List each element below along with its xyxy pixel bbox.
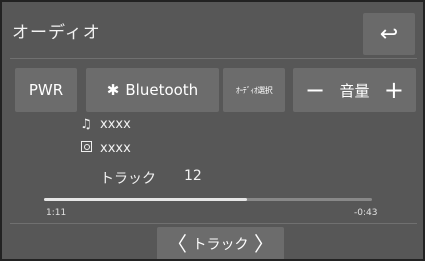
progress-fill: [44, 198, 248, 201]
volume-control: − 音量 +: [293, 68, 416, 112]
progress-bar[interactable]: [44, 198, 372, 201]
prev-track-button[interactable]: 〈: [167, 234, 187, 254]
back-button[interactable]: ↩: [363, 13, 415, 55]
footer-divider: [10, 223, 417, 224]
album-row: xxxx: [78, 141, 131, 156]
music-note-icon: ♫: [80, 117, 92, 132]
audio-screen: オーディオ ↩ PWR ✱ Bluetooth ｵｰﾃﾞｨｵ選択 − 音量 + …: [0, 0, 425, 261]
remaining-time: -0:43: [354, 208, 378, 218]
album-name: xxxx: [100, 141, 131, 156]
song-title: xxxx: [100, 117, 131, 132]
track-label: トラック: [100, 171, 156, 187]
volume-up-button[interactable]: +: [384, 78, 404, 102]
page-title: オーディオ: [12, 23, 101, 43]
source-button[interactable]: ✱ Bluetooth: [86, 68, 219, 112]
track-number: 12: [184, 168, 202, 184]
elapsed-time: 1:11: [46, 208, 67, 218]
next-track-button[interactable]: 〉: [254, 234, 274, 254]
track-nav: 〈 トラック 〉: [157, 227, 284, 259]
audio-select-button[interactable]: ｵｰﾃﾞｨｵ選択: [223, 68, 285, 112]
song-title-row: ♫ xxxx: [78, 117, 131, 132]
bluetooth-icon: ✱: [106, 81, 120, 99]
volume-down-button[interactable]: −: [305, 78, 325, 102]
album-icon: [78, 141, 94, 156]
header-divider: [10, 58, 417, 59]
back-icon: ↩: [379, 21, 399, 47]
volume-label: 音量: [339, 81, 370, 100]
track-nav-label: トラック: [192, 237, 249, 253]
power-button[interactable]: PWR: [15, 68, 77, 112]
source-label: Bluetooth: [125, 81, 199, 99]
track-number-row: トラック 12: [100, 168, 202, 188]
